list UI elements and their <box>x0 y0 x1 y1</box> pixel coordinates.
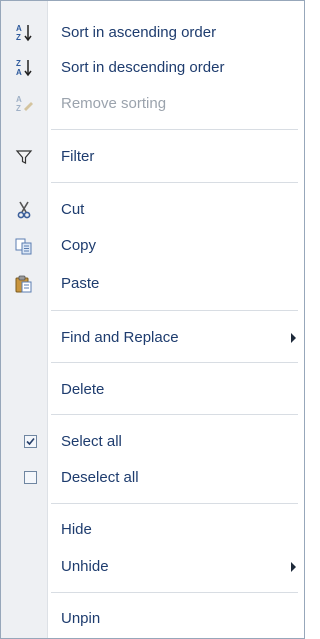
menu-item-unhide[interactable]: Unhide <box>1 550 304 584</box>
menu-item-label: Unhide <box>61 558 109 575</box>
svg-text:A: A <box>16 95 22 104</box>
copy-icon <box>14 236 34 256</box>
menu-item-unpin[interactable]: Unpin <box>1 602 304 636</box>
menu-item-hide[interactable]: Hide <box>1 513 304 547</box>
menu-item-label: Deselect all <box>61 469 139 486</box>
menu-item-label: Unpin <box>61 610 101 627</box>
menu-item-remove-sorting: A Z Remove sorting <box>1 87 304 121</box>
menu-item-label: Filter <box>61 148 95 165</box>
menu-item-deselect-all[interactable]: Deselect all <box>1 461 304 495</box>
separator <box>51 414 298 415</box>
submenu-arrow-icon <box>291 562 296 572</box>
menu-item-paste[interactable]: Paste <box>1 267 304 301</box>
paste-icon <box>14 274 34 294</box>
separator <box>51 182 298 183</box>
svg-text:Z: Z <box>16 33 21 42</box>
menu-item-cut[interactable]: Cut <box>1 193 304 227</box>
menu-item-label: Find and Replace <box>61 329 179 346</box>
checkbox-unchecked-icon <box>24 471 37 484</box>
menu-item-sort-ascending[interactable]: A Z Sort in ascending order <box>1 16 304 50</box>
svg-text:A: A <box>16 24 22 33</box>
submenu-arrow-icon <box>291 333 296 343</box>
filter-icon <box>14 147 34 167</box>
checkbox-checked-icon <box>24 435 37 448</box>
menu-item-delete[interactable]: Delete <box>1 373 304 407</box>
sort-ascending-icon: A Z <box>14 23 34 43</box>
svg-text:Z: Z <box>16 104 21 113</box>
separator <box>51 362 298 363</box>
menu-item-label: Cut <box>61 201 85 218</box>
sort-descending-icon: Z A <box>14 58 34 78</box>
menu-item-label: Paste <box>61 275 100 292</box>
menu-item-label: Select all <box>61 433 122 450</box>
cut-icon <box>14 200 34 220</box>
context-menu: A Z Sort in ascending order Z A Sort in … <box>0 0 305 639</box>
menu-item-label: Delete <box>61 381 105 398</box>
menu-item-sort-descending[interactable]: Z A Sort in descending order <box>1 51 304 85</box>
menu-item-select-all[interactable]: Select all <box>1 425 304 459</box>
separator <box>51 129 298 130</box>
svg-text:Z: Z <box>16 59 21 68</box>
menu-item-label: Copy <box>61 237 97 254</box>
menu-item-label: Sort in descending order <box>61 59 225 76</box>
separator <box>51 592 298 593</box>
remove-sorting-icon: A Z <box>14 94 34 114</box>
menu-item-copy[interactable]: Copy <box>1 229 304 263</box>
svg-text:A: A <box>16 68 22 77</box>
separator <box>51 503 298 504</box>
menu-item-label: Remove sorting <box>61 95 167 112</box>
menu-item-filter[interactable]: Filter <box>1 140 304 174</box>
menu-item-label: Hide <box>61 521 92 538</box>
separator <box>51 310 298 311</box>
menu-item-find-and-replace[interactable]: Find and Replace <box>1 321 304 355</box>
menu-item-label: Sort in ascending order <box>61 24 217 41</box>
